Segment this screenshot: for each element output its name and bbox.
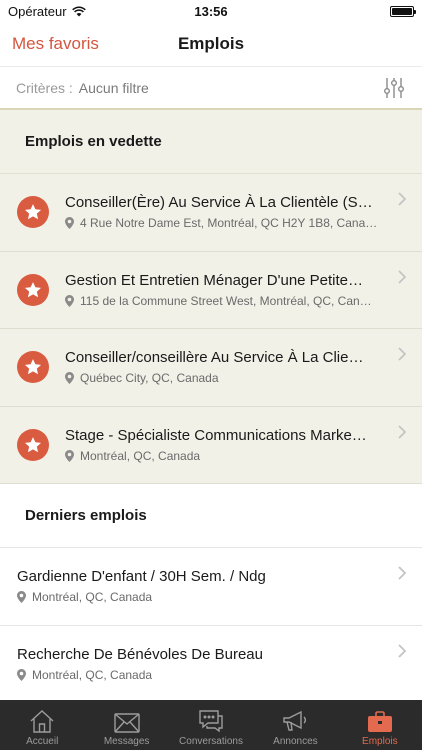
location-pin-icon — [17, 591, 26, 604]
chevron-right-icon — [398, 566, 406, 580]
job-title: Recherche De Bénévoles De Bureau — [17, 645, 263, 663]
featured-job-row[interactable]: Conseiller/conseillère Au Service À La C… — [0, 329, 422, 407]
wifi-icon — [71, 5, 86, 16]
status-left: Opérateur — [8, 4, 86, 19]
job-title: Conseiller/conseillère Au Service À La C… — [65, 349, 364, 367]
tab-annonces[interactable]: Annonces — [253, 700, 337, 750]
briefcase-icon — [367, 711, 392, 732]
tab-messages[interactable]: Messages — [84, 700, 168, 750]
featured-job-row[interactable]: Conseiller(Ère) Au Service À La Clientèl… — [0, 174, 422, 252]
sliders-icon[interactable] — [382, 76, 406, 100]
job-location: Montréal, QC, Canada — [32, 590, 153, 605]
job-location: 115 de la Commune Street West, Montréal,… — [80, 293, 372, 308]
home-icon — [30, 710, 54, 733]
latest-section-header: Derniers emplois — [0, 484, 422, 548]
envelope-icon — [113, 713, 140, 733]
job-location: Montréal, QC, Canada — [80, 448, 201, 463]
location-pin-icon — [65, 294, 74, 307]
latest-job-row[interactable]: Recherche De Bénévoles De Bureau Montréa… — [0, 625, 422, 703]
job-location: Québec City, QC, Canada — [80, 371, 219, 386]
featured-job-row[interactable]: Stage - Spécialiste Communications Marke… — [0, 407, 422, 484]
filter-label: Critères : — [16, 79, 73, 96]
chat-bubbles-icon — [199, 710, 223, 733]
tab-bar: Accueil Messages Conversations Annonces … — [0, 700, 422, 750]
tab-label: Emplois — [362, 736, 398, 747]
tab-emplois[interactable]: Emplois — [338, 700, 422, 750]
job-title: Gardienne D'enfant / 30H Sem. / Ndg — [17, 568, 266, 586]
featured-job-row[interactable]: Gestion Et Entretien Ménager D'une Petit… — [0, 252, 422, 329]
location-pin-icon — [17, 668, 26, 681]
chevron-right-icon — [398, 192, 406, 206]
location-pin-icon — [65, 372, 74, 385]
chevron-right-icon — [398, 269, 406, 284]
filter-bar[interactable]: Critères : Aucun filtre — [0, 66, 422, 110]
tab-accueil[interactable]: Accueil — [0, 700, 84, 750]
job-title: Conseiller(Ère) Au Service À La Clientèl… — [65, 194, 373, 212]
tab-label: Accueil — [26, 736, 59, 747]
chevron-right-icon — [398, 424, 406, 439]
star-icon — [17, 196, 49, 229]
featured-section-header: Emplois en vedette — [0, 110, 422, 174]
latest-job-row[interactable]: Gardienne D'enfant / 30H Sem. / Ndg Mont… — [0, 548, 422, 626]
carrier-label: Opérateur — [8, 3, 67, 19]
navigation-bar: Mes favoris Emplois — [0, 22, 422, 66]
chevron-right-icon — [398, 643, 406, 658]
job-location: Montréal, QC, Canada — [32, 667, 153, 682]
location-pin-icon — [65, 449, 74, 462]
megaphone-icon — [283, 710, 307, 731]
tab-label: Conversations — [179, 736, 243, 747]
tab-label: Annonces — [273, 736, 318, 747]
job-location: 4 Rue Notre Dame Est, Montréal, QC H2Y 1… — [80, 216, 378, 231]
chevron-right-icon — [398, 347, 406, 361]
status-bar: Opérateur 13:56 — [0, 0, 422, 22]
job-title: Stage - Spécialiste Communications Marke… — [65, 426, 367, 444]
star-icon — [17, 428, 49, 461]
back-button[interactable]: Mes favoris — [12, 34, 99, 54]
star-icon — [17, 273, 49, 306]
star-icon — [17, 351, 49, 384]
battery-icon — [390, 5, 416, 17]
tab-conversations[interactable]: Conversations — [169, 700, 253, 750]
location-pin-icon — [65, 217, 74, 230]
filter-value: Aucun filtre — [78, 79, 149, 96]
tab-label: Messages — [103, 736, 150, 747]
job-title: Gestion Et Entretien Ménager D'une Petit… — [65, 271, 364, 289]
featured-jobs-section: Emplois en vedette Conseiller(Ère) Au Se… — [0, 110, 422, 484]
